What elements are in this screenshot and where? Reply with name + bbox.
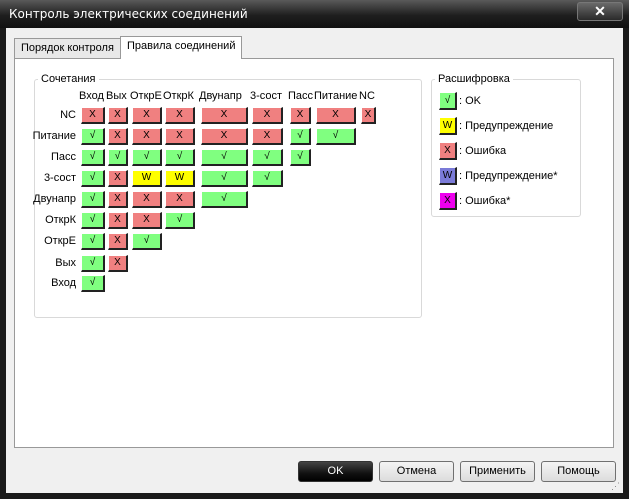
tab-panel: Сочетания Вход Вых ОткрЕ ОткрК Двунапр 3-сост… [14,58,614,448]
rule-cell[interactable]: √ [81,149,105,166]
legend-title: Расшифровка [435,73,513,85]
row-header: Вход [51,277,76,289]
rule-cell[interactable]: X [316,107,356,124]
column-header: Вых [106,90,127,102]
apply-button[interactable]: Применить [460,461,535,482]
row-header: Двунапр [33,193,76,205]
tab-connection-rules[interactable]: Правила соединений [120,36,243,59]
row-header: ОткрЕ [44,235,76,247]
legend-swatch: √ [439,92,457,110]
resize-grip-icon[interactable]: ⋰ [611,481,621,491]
dialog-window: Контроль электрических соединений ✕ Поря… [0,0,629,499]
rule-cell[interactable]: X [132,128,162,145]
rule-cell[interactable]: √ [81,128,105,145]
rule-cell[interactable]: √ [165,212,195,229]
rule-cell[interactable]: W [132,170,162,187]
legend-label: : Предупреждение* [459,170,558,182]
column-header: ОткрЕ [130,90,162,102]
rule-cell[interactable]: √ [81,255,105,272]
legend-swatch: W [439,167,457,185]
rule-cell[interactable]: X [132,107,162,124]
row-header: Пасс [50,151,76,163]
dialog-client: Порядок контроля Правила соединений Соче… [6,28,623,493]
legend-label: : Ошибка* [459,195,511,207]
legend-label: : OK [459,95,482,107]
column-header: NC [359,90,375,102]
legend-label: : Ошибка [459,145,507,157]
legend-swatch: W [439,117,457,135]
rule-cell[interactable]: X [201,107,248,124]
rule-cell[interactable]: X [290,107,311,124]
rule-cell[interactable]: X [108,107,128,124]
rule-cell[interactable]: √ [252,149,283,166]
rule-cell[interactable]: √ [81,170,105,187]
rule-cell[interactable]: X [201,128,248,145]
column-header: Вход [79,90,104,102]
row-header: ОткрК [45,214,76,226]
rule-cell[interactable]: √ [290,128,311,145]
rule-cell[interactable]: X [165,107,195,124]
close-icon: ✕ [594,3,606,19]
rule-cell[interactable]: X [252,107,283,124]
column-header: 3-сост [250,90,283,102]
legend-swatch: X [439,142,457,160]
rule-cell[interactable]: X [81,107,105,124]
row-header: 3-сост [43,172,76,184]
rule-cell[interactable]: X [252,128,283,145]
column-header: ОткрК [163,90,194,102]
rule-cell[interactable]: √ [132,149,162,166]
title-bar[interactable]: Контроль электрических соединений ✕ [0,0,629,28]
rule-cell[interactable]: X [361,107,376,124]
close-button[interactable]: ✕ [577,2,623,21]
cancel-button[interactable]: Отмена [379,461,454,482]
rule-cell[interactable]: X [108,191,128,208]
rule-cell[interactable]: X [165,128,195,145]
legend-swatch: X [439,192,457,210]
rule-cell[interactable]: √ [165,149,195,166]
rule-cell[interactable]: √ [201,191,248,208]
row-header: Питание [32,130,76,142]
rule-cell[interactable]: √ [201,170,248,187]
help-button[interactable]: Помощь [541,461,616,482]
column-header: Питание [314,90,358,102]
rule-cell[interactable]: X [132,191,162,208]
rule-cell[interactable]: √ [81,191,105,208]
rule-cell[interactable]: √ [252,170,283,187]
rule-cell[interactable]: √ [81,233,105,250]
combinations-title: Сочетания [38,73,99,85]
window-title: Контроль электрических соединений [9,7,248,21]
column-header: Двунапр [199,90,242,102]
rule-cell[interactable]: √ [108,149,128,166]
rule-cell[interactable]: √ [81,275,105,292]
rule-cell[interactable]: X [108,212,128,229]
rule-cell[interactable]: W [165,170,195,187]
rule-cell[interactable]: √ [316,128,356,145]
ok-button[interactable]: OK [298,461,373,482]
rule-cell[interactable]: X [132,212,162,229]
rule-cell[interactable]: √ [201,149,248,166]
rule-cell[interactable]: X [108,255,128,272]
rule-cell[interactable]: √ [290,149,311,166]
legend-label: : Предупреждение [459,120,554,132]
rule-cell[interactable]: X [108,233,128,250]
row-header: Вых [55,257,76,269]
rule-cell[interactable]: X [165,191,195,208]
column-header: Пасс [288,90,314,102]
rule-cell[interactable]: √ [81,212,105,229]
rule-cell[interactable]: √ [132,233,162,250]
row-header: NC [60,109,76,121]
rule-cell[interactable]: X [108,170,128,187]
tab-check-order[interactable]: Порядок контроля [14,38,121,59]
rule-cell[interactable]: X [108,128,128,145]
